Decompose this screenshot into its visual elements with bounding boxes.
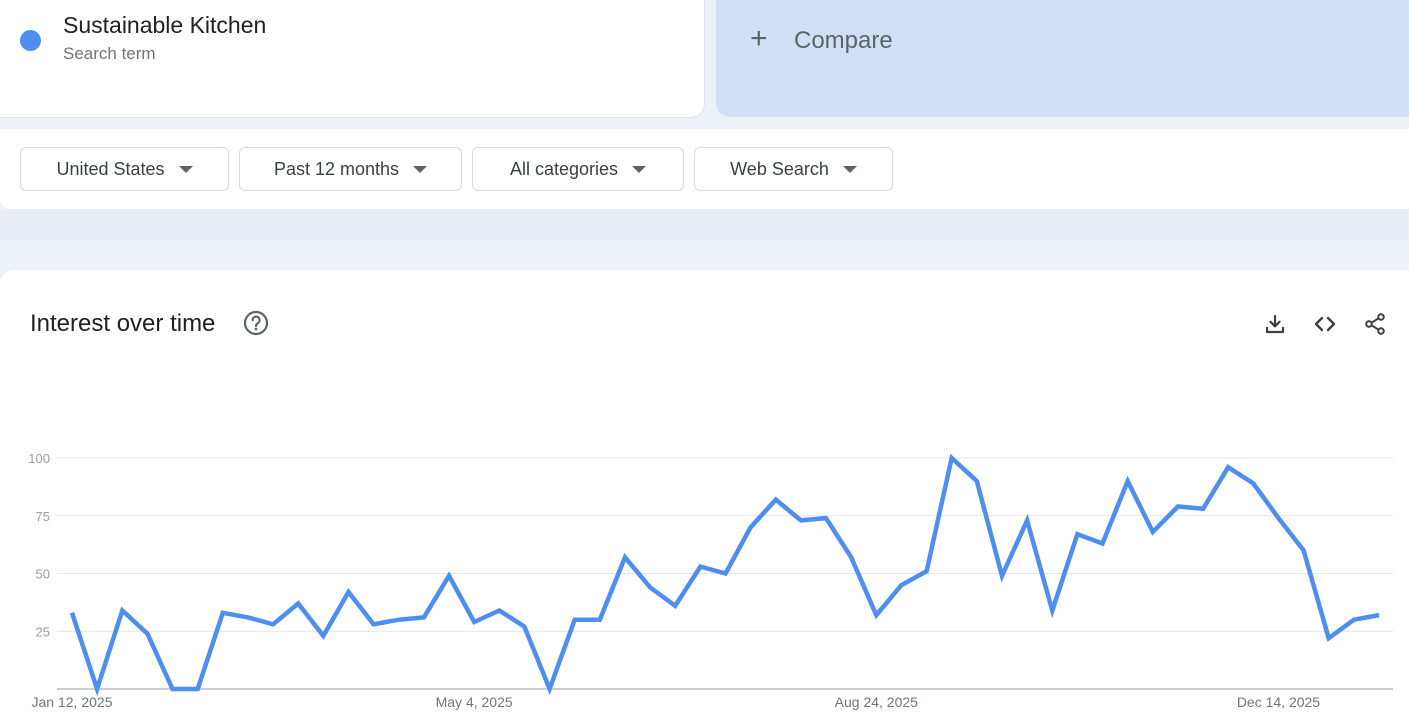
plus-icon: +: [750, 22, 768, 55]
data-point[interactable]: [169, 685, 177, 693]
data-point[interactable]: [344, 588, 352, 596]
data-point[interactable]: [596, 616, 604, 624]
data-point[interactable]: [671, 602, 679, 610]
data-point[interactable]: [872, 611, 880, 619]
compare-label: Compare: [794, 27, 893, 54]
interest-line-chart: 25 50 75 100 Jan 12, 2025 May 4, 2025 Aug 24, …: [28, 451, 1393, 710]
data-point[interactable]: [470, 618, 478, 626]
data-point[interactable]: [395, 616, 403, 624]
caret-down-icon: [413, 165, 428, 173]
data-point[interactable]: [420, 613, 428, 621]
data-point[interactable]: [244, 613, 252, 621]
data-point[interactable]: [1199, 505, 1207, 513]
data-point[interactable]: [998, 572, 1006, 580]
data-point[interactable]: [495, 606, 503, 614]
data-point[interactable]: [571, 616, 579, 624]
data-point[interactable]: [143, 630, 151, 638]
time-range-filter[interactable]: Past 12 months: [239, 147, 462, 191]
data-point[interactable]: [1224, 463, 1232, 471]
filter-bar: United States Past 12 months All categor…: [0, 129, 1409, 209]
data-point[interactable]: [1249, 479, 1257, 487]
data-point[interactable]: [93, 685, 101, 693]
data-point[interactable]: [1149, 528, 1157, 536]
data-point[interactable]: [294, 600, 302, 608]
interest-over-time-card: Interest over time 25 50 75 100 Jan 12, 2025…: [0, 270, 1409, 715]
data-point[interactable]: [1350, 616, 1358, 624]
data-point[interactable]: [1023, 516, 1031, 524]
data-point[interactable]: [118, 606, 126, 614]
search-type-filter-label: Web Search: [730, 158, 829, 179]
data-point[interactable]: [1073, 530, 1081, 538]
data-point[interactable]: [1124, 477, 1132, 485]
section-divider: [0, 209, 1409, 239]
term-color-dot: [20, 30, 41, 51]
data-point[interactable]: [696, 563, 704, 571]
search-term-card[interactable]: Sustainable Kitchen Search term: [0, 0, 705, 118]
trends-page: Sustainable Kitchen Search term + Compar…: [0, 0, 1409, 715]
y-tick-label: 75: [36, 509, 50, 524]
data-point[interactable]: [445, 572, 453, 580]
data-point[interactable]: [747, 523, 755, 531]
data-point[interactable]: [722, 570, 730, 578]
search-term-title[interactable]: Sustainable Kitchen: [63, 12, 266, 39]
compare-button[interactable]: + Compare: [716, 0, 1409, 117]
data-point[interactable]: [269, 620, 277, 628]
data-point[interactable]: [219, 609, 227, 617]
data-point[interactable]: [973, 477, 981, 485]
x-tick-label: May 4, 2025: [436, 694, 513, 710]
x-tick-label: Jan 12, 2025: [32, 694, 113, 710]
data-point[interactable]: [923, 567, 931, 575]
category-filter-label: All categories: [509, 158, 619, 179]
data-point[interactable]: [520, 623, 528, 631]
data-point[interactable]: [68, 609, 76, 617]
data-point[interactable]: [621, 553, 629, 561]
y-tick-label: 50: [36, 567, 50, 582]
data-point[interactable]: [822, 514, 830, 522]
data-point[interactable]: [1174, 503, 1182, 511]
data-point[interactable]: [897, 581, 905, 589]
data-point[interactable]: [1048, 606, 1056, 614]
time-range-filter-label: Past 12 months: [273, 158, 400, 179]
data-point[interactable]: [194, 685, 202, 693]
x-tick-label: Dec 14, 2025: [1237, 694, 1320, 710]
category-filter[interactable]: All categories: [472, 147, 684, 191]
caret-down-icon: [632, 165, 647, 173]
y-tick-label: 100: [28, 451, 50, 466]
data-point[interactable]: [546, 685, 554, 693]
data-point[interactable]: [1300, 546, 1308, 554]
data-point[interactable]: [772, 496, 780, 504]
region-filter-label: United States: [56, 158, 165, 179]
data-point[interactable]: [847, 553, 855, 561]
data-point[interactable]: [1099, 539, 1107, 547]
y-tick-label: 25: [36, 624, 50, 639]
data-point[interactable]: [646, 583, 654, 591]
search-term-subtitle: Search term: [63, 44, 156, 63]
data-point[interactable]: [948, 454, 956, 462]
data-point[interactable]: [797, 516, 805, 524]
data-point[interactable]: [319, 632, 327, 640]
x-tick-label: Aug 24, 2025: [835, 694, 919, 710]
data-point[interactable]: [370, 620, 378, 628]
caret-down-icon: [842, 165, 857, 173]
search-type-filter[interactable]: Web Search: [694, 147, 893, 191]
caret-down-icon: [178, 165, 193, 173]
region-filter[interactable]: United States: [20, 147, 229, 191]
data-point[interactable]: [1274, 514, 1282, 522]
data-point[interactable]: [1375, 611, 1383, 619]
data-point[interactable]: [1325, 634, 1333, 642]
